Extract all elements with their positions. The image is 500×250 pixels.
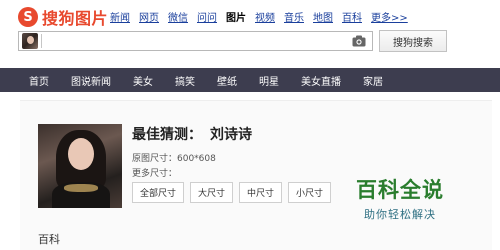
nav-baike[interactable]: 百科 (342, 9, 362, 24)
top-nav: 新闻 网页 微信 问问 图片 视频 音乐 地图 百科 更多>> (110, 9, 417, 24)
nav-images[interactable]: 图片 (226, 9, 246, 24)
nav-map[interactable]: 地图 (313, 9, 333, 24)
search-box[interactable] (18, 31, 373, 51)
category-beauty[interactable]: 美女 (133, 73, 153, 88)
size-buttons: 全部尺寸 大尺寸 中尺寸 小尺寸 (132, 182, 337, 203)
category-live[interactable]: 美女直播 (301, 73, 341, 88)
sogou-logo[interactable]: S 搜狗图片 (18, 5, 108, 29)
category-home-decor[interactable]: 家居 (363, 73, 383, 88)
search-row: 搜狗搜索 (18, 30, 447, 52)
category-photo-news[interactable]: 图说新闻 (71, 73, 111, 88)
nav-video[interactable]: 视频 (255, 9, 275, 24)
watermark-sub: 助你轻松解决 (364, 208, 436, 221)
original-size: 原图尺寸：600*608 (132, 154, 216, 164)
watermark: 百科全说 助你轻松解决 (335, 174, 465, 222)
category-home[interactable]: 首页 (29, 73, 49, 88)
best-guess: 最佳猜测： 刘诗诗 (132, 124, 252, 144)
watermark-main: 百科全说 (356, 178, 444, 202)
size-small-button[interactable]: 小尺寸 (288, 182, 332, 203)
search-button[interactable]: 搜狗搜索 (379, 30, 447, 52)
nav-web[interactable]: 网页 (139, 9, 159, 24)
header: S 搜狗图片 新闻 网页 微信 问问 图片 视频 音乐 地图 百科 更多>> 搜… (0, 0, 500, 62)
size-large-button[interactable]: 大尺寸 (190, 182, 234, 203)
best-guess-name[interactable]: 刘诗诗 (210, 124, 252, 144)
category-bar: 首页 图说新闻 美女 搞笑 壁纸 明星 美女直播 家居 (0, 68, 500, 92)
nav-more[interactable]: 更多>> (371, 9, 408, 24)
size-all-button[interactable]: 全部尺寸 (132, 182, 185, 203)
search-divider (41, 34, 42, 48)
category-wallpaper[interactable]: 壁纸 (217, 73, 237, 88)
best-guess-label: 最佳猜测： (132, 127, 202, 143)
category-funny[interactable]: 搞笑 (175, 73, 195, 88)
nav-music[interactable]: 音乐 (284, 9, 304, 24)
nav-news[interactable]: 新闻 (110, 9, 130, 24)
camera-icon[interactable] (352, 35, 366, 47)
baike-section-label: 百科 (38, 233, 60, 246)
size-medium-button[interactable]: 中尺寸 (239, 182, 283, 203)
result-photo[interactable] (38, 124, 122, 208)
search-input[interactable] (47, 33, 337, 49)
nav-wenwen[interactable]: 问问 (197, 9, 217, 24)
logo-text: 搜狗图片 (42, 9, 109, 28)
more-sizes-label: 更多尺寸： (132, 169, 178, 179)
nav-weixin[interactable]: 微信 (168, 9, 188, 24)
query-image-thumbnail[interactable] (22, 33, 38, 49)
category-celebrity[interactable]: 明星 (259, 73, 279, 88)
sogou-logo-icon: S (18, 7, 38, 27)
